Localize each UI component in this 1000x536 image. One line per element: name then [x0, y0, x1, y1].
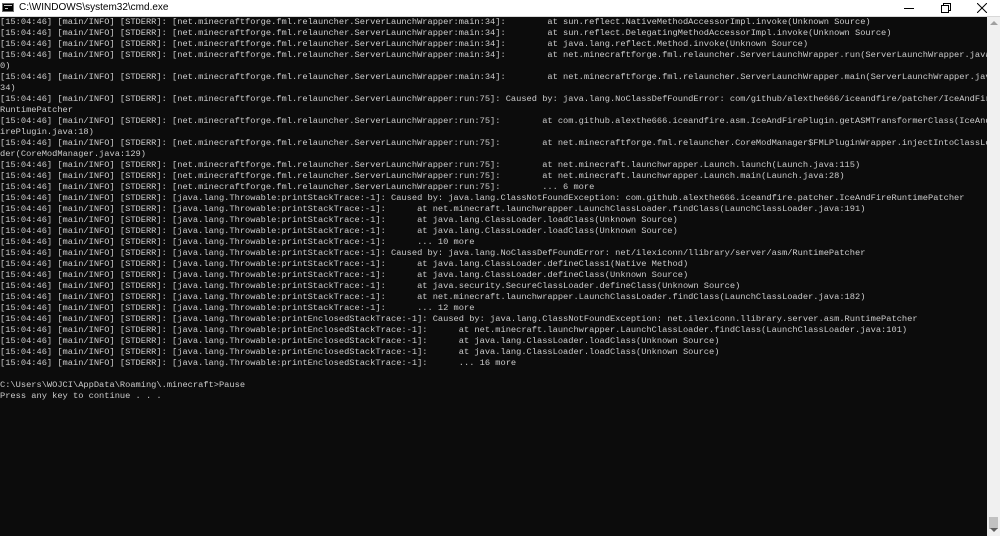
console-line: der(CoreModManager.java:129) [0, 149, 146, 159]
console-line: [15:04:46] [main/INFO] [STDERR]: [net.mi… [0, 28, 892, 38]
cmd-app-icon [2, 3, 14, 12]
window-title: C:\WINDOWS\system32\cmd.exe [19, 2, 169, 13]
scroll-down-arrow-icon[interactable] [990, 528, 998, 532]
console-line: [15:04:46] [main/INFO] [STDERR]: [java.l… [0, 270, 689, 280]
console-line: RuntimePatcher [0, 105, 73, 115]
title-bar[interactable]: C:\WINDOWS\system32\cmd.exe [0, 0, 1000, 17]
scroll-up-arrow-icon[interactable] [990, 21, 998, 25]
console-line: [15:04:46] [main/INFO] [STDERR]: [java.l… [0, 292, 866, 302]
console-line: [15:04:46] [main/INFO] [STDERR]: [java.l… [0, 303, 475, 313]
console-line: [15:04:46] [main/INFO] [STDERR]: [java.l… [0, 204, 866, 214]
console-line: [15:04:46] [main/INFO] [STDERR]: [java.l… [0, 358, 517, 368]
console-line: irePlugin.java:18) [0, 127, 94, 137]
console-line: [15:04:46] [main/INFO] [STDERR]: [java.l… [0, 237, 475, 247]
console-line: [15:04:46] [main/INFO] [STDERR]: [java.l… [0, 336, 720, 346]
console-line: [15:04:46] [main/INFO] [STDERR]: [java.l… [0, 281, 741, 291]
restore-button[interactable] [931, 0, 961, 16]
minimize-button[interactable] [894, 0, 924, 16]
vertical-scrollbar[interactable] [987, 17, 1000, 536]
minimize-icon [904, 8, 914, 9]
close-icon [977, 3, 987, 13]
console-line: C:\Users\WOJCI\AppData\Roaming\.minecraf… [0, 380, 246, 390]
console-line: [15:04:46] [main/INFO] [STDERR]: [net.mi… [0, 171, 845, 181]
console-line: [15:04:46] [main/INFO] [STDERR]: [net.mi… [0, 72, 987, 82]
console-line: [15:04:46] [main/INFO] [STDERR]: [net.mi… [0, 39, 809, 49]
console-line: 34) [0, 83, 16, 93]
console-line: [15:04:46] [main/INFO] [STDERR]: [java.l… [0, 347, 720, 357]
console-line: 0) [0, 61, 11, 71]
console-line: [15:04:46] [main/INFO] [STDERR]: [java.l… [0, 226, 678, 236]
console-line: [15:04:46] [main/INFO] [STDERR]: [java.l… [0, 259, 689, 269]
console-output[interactable]: [15:04:46] [main/INFO] [STDERR]: [net.mi… [0, 17, 987, 536]
restore-icon [941, 3, 951, 13]
console-line: [15:04:46] [main/INFO] [STDERR]: [net.mi… [0, 138, 987, 148]
console-line: [15:04:46] [main/INFO] [STDERR]: [net.mi… [0, 182, 595, 192]
console-line: [15:04:46] [main/INFO] [STDERR]: [java.l… [0, 215, 678, 225]
console-line: [15:04:46] [main/INFO] [STDERR]: [java.l… [0, 325, 908, 335]
console-line: [15:04:46] [main/INFO] [STDERR]: [net.mi… [0, 17, 871, 27]
console-line: [15:04:46] [main/INFO] [STDERR]: [net.mi… [0, 50, 987, 60]
console-line: Press any key to continue . . . [0, 391, 162, 401]
close-button[interactable] [967, 0, 997, 16]
console-line: [15:04:46] [main/INFO] [STDERR]: [net.mi… [0, 160, 861, 170]
console-line: [15:04:46] [main/INFO] [STDERR]: [java.l… [0, 193, 965, 203]
console-line: [15:04:46] [main/INFO] [STDERR]: [net.mi… [0, 116, 987, 126]
console-line: [15:04:46] [main/INFO] [STDERR]: [java.l… [0, 314, 918, 324]
console-line: [15:04:46] [main/INFO] [STDERR]: [java.l… [0, 248, 866, 258]
console-line: [15:04:46] [main/INFO] [STDERR]: [net.mi… [0, 94, 987, 104]
